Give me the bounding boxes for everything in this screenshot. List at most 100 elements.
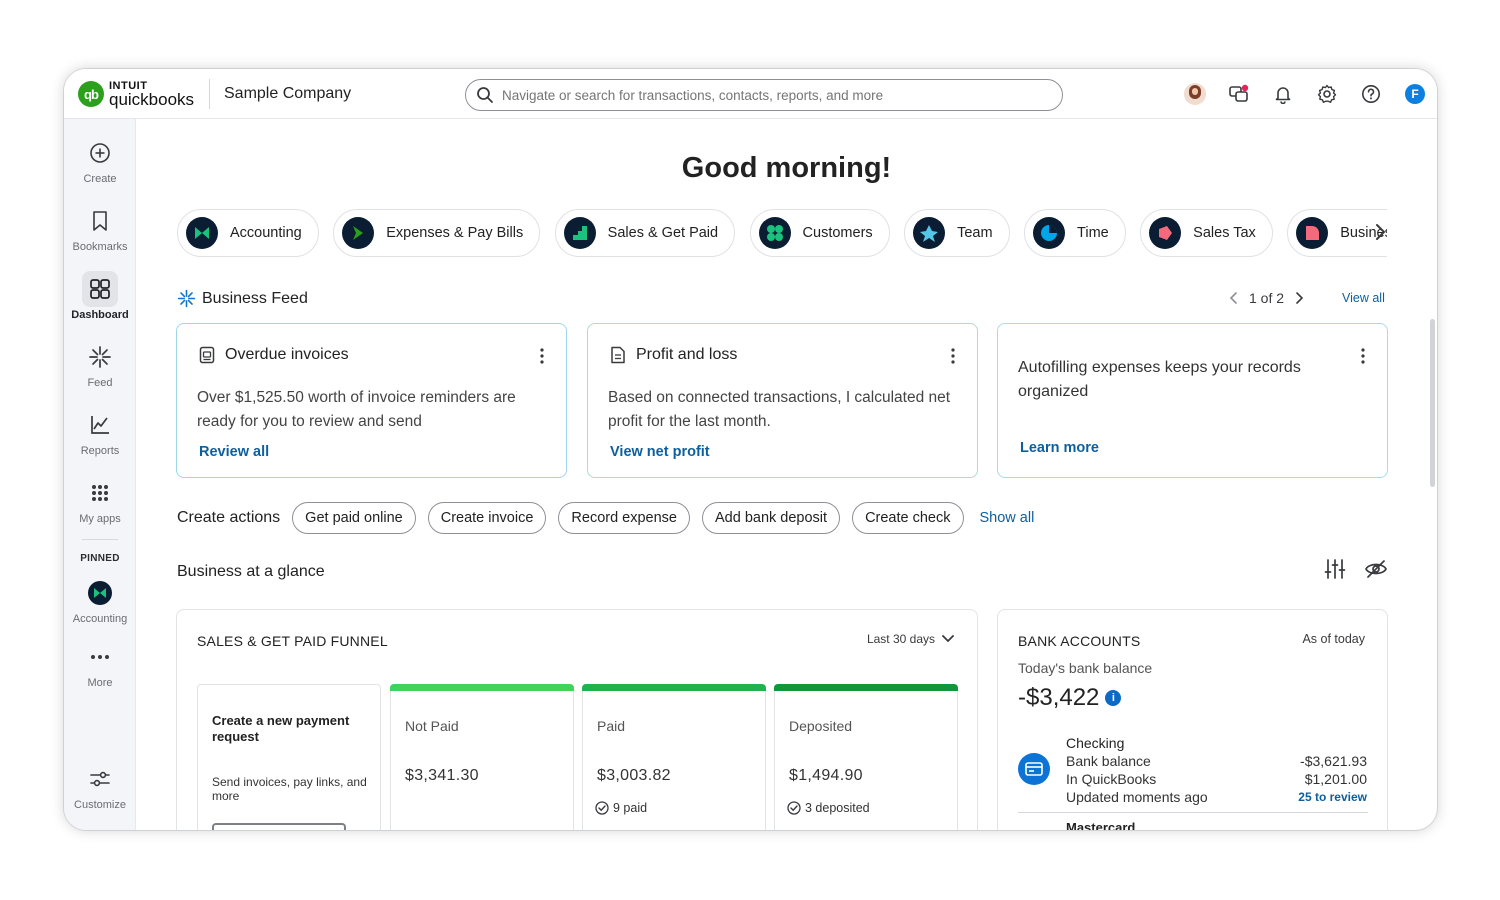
chip-sales-tax[interactable]: Sales Tax [1140, 209, 1273, 257]
chat-button[interactable] [1217, 81, 1261, 107]
card-menu-button[interactable] [540, 348, 544, 369]
account-divider [1018, 812, 1368, 813]
search-bar[interactable] [465, 79, 1063, 111]
chip-label: Sales & Get Paid [607, 225, 719, 241]
create-request-button[interactable] [212, 823, 346, 830]
chevron-down-icon [942, 635, 954, 643]
sidebar-item-dashboard[interactable]: Dashboard [64, 271, 136, 321]
add-bank-deposit-button[interactable]: Add bank deposit [702, 502, 841, 534]
sales-funnel-panel: SALES & GET PAID FUNNEL Last 30 days Cre… [176, 609, 978, 830]
sidebar-item-create[interactable]: Create [64, 135, 136, 185]
profile-icon: F [1405, 84, 1425, 104]
app-window: qb INTUIT quickbooks Sample Company Navi… [64, 69, 1437, 830]
stage-value: $3,341.30 [405, 767, 479, 784]
account-line: In QuickBooks [1066, 771, 1157, 787]
card-body: Autofilling expenses keeps your records … [1018, 359, 1301, 400]
expenses-icon [353, 226, 364, 240]
glance-heading: Business at a glance [177, 563, 325, 580]
quickbooks-logo[interactable]: qb INTUIT quickbooks [78, 80, 194, 108]
funnel-stage-not-paid[interactable]: Not Paid $3,341.30 [390, 684, 574, 830]
review-all-link[interactable]: Review all [199, 444, 269, 460]
account-details[interactable]: Checking Bank balance In QuickBooks Upda… [1066, 734, 1208, 806]
sidebar-item-bookmarks[interactable]: Bookmarks [64, 203, 136, 253]
chip-accounting[interactable]: Accounting [177, 209, 319, 257]
company-name[interactable]: Sample Company [224, 85, 351, 103]
help-button[interactable] [1349, 81, 1393, 107]
date-range-value: Last 30 days [866, 632, 935, 646]
chips-next-button[interactable] [1374, 223, 1386, 246]
chip-time[interactable]: Time [1024, 209, 1126, 257]
feed-card-profit-loss[interactable]: Profit and loss Based on connected trans… [587, 323, 978, 478]
card-menu-button[interactable] [951, 348, 955, 369]
date-range-dropdown[interactable]: Last 30 days [867, 632, 955, 646]
help-icon [1362, 85, 1380, 103]
create-request-title: Create a new payment request [212, 713, 350, 744]
bank-balance-amount: -$3,422 [1018, 684, 1100, 711]
user-avatar-button[interactable] [1173, 81, 1217, 107]
sidebar-item-label: Reports [80, 445, 120, 457]
sidebar-item-more[interactable]: More [64, 639, 136, 689]
stage-sub-text: 3 deposited [805, 801, 870, 815]
chevron-left-icon[interactable] [1229, 291, 1239, 305]
feed-card-overdue-invoices[interactable]: Overdue invoices Over $1,525.50 worth of… [176, 323, 567, 478]
create-payment-request-card[interactable]: Create a new payment request Send invoic… [197, 684, 381, 830]
create-request-desc: Send invoices, pay links, and more [212, 775, 367, 803]
chip-business-tax[interactable]: Business Tax [1287, 209, 1387, 257]
record-expense-button[interactable]: Record expense [558, 502, 690, 534]
stage-label: Deposited [789, 718, 853, 734]
chip-label: Time [1077, 225, 1109, 241]
qb-logo-mark: qb [78, 81, 104, 107]
stage-value: $1,494.90 [789, 767, 863, 784]
search-icon [477, 87, 493, 103]
funnel-stage-paid[interactable]: Paid $3,003.82 9 paid [582, 684, 766, 830]
get-paid-online-button[interactable]: Get paid online [292, 502, 416, 534]
chip-label: Sales Tax [1193, 225, 1256, 241]
chip-customers[interactable]: Customers [749, 209, 890, 257]
page-title: Good morning! [681, 152, 892, 184]
chevron-right-icon[interactable] [1294, 291, 1304, 305]
view-net-profit-link[interactable]: View net profit [610, 444, 710, 460]
stage-sub: 9 paid [595, 801, 647, 815]
sidebar-item-label: Feed [87, 377, 113, 389]
glance-hide-button[interactable] [1364, 558, 1388, 585]
stage-color-bar [390, 684, 574, 691]
chip-expenses[interactable]: Expenses & Pay Bills [333, 209, 541, 257]
chip-sales[interactable]: Sales & Get Paid [554, 209, 736, 257]
next-account-name: Mastercard [1066, 820, 1136, 830]
sidebar-item-my-apps[interactable]: My apps [64, 475, 136, 525]
account-amounts: -$3,621.93 $1,201.00 25 to review [1298, 752, 1367, 806]
team-icon [920, 225, 939, 242]
info-icon[interactable]: i [1105, 690, 1122, 706]
pager-text: 1 of 2 [1249, 290, 1285, 306]
panel-title: SALES & GET PAID FUNNEL [197, 633, 388, 649]
notifications-button[interactable] [1261, 81, 1305, 107]
main-scrollbar[interactable] [1430, 319, 1435, 487]
profile-button[interactable]: F [1393, 81, 1437, 107]
settings-button[interactable] [1305, 81, 1349, 107]
show-all-link[interactable]: Show all [980, 510, 1035, 526]
create-invoice-button[interactable]: Create invoice [427, 502, 547, 534]
bell-icon [1275, 87, 1291, 104]
to-review-link[interactable]: 25 to review [1298, 788, 1367, 806]
dashboard-icon [90, 279, 110, 299]
feed-pager: 1 of 2 [1229, 290, 1304, 306]
create-check-button[interactable]: Create check [852, 502, 964, 534]
learn-more-link[interactable]: Learn more [1020, 440, 1099, 456]
glance-settings-button[interactable] [1324, 558, 1346, 585]
sidebar-item-customize[interactable]: Customize [64, 761, 136, 811]
sidebar-item-reports[interactable]: Reports [64, 407, 136, 457]
sidebar-item-pinned-accounting[interactable]: Accounting [64, 575, 136, 625]
chip-team[interactable]: Team [904, 209, 1010, 257]
feed-card-autofill[interactable]: Autofilling expenses keeps your records … [997, 323, 1388, 478]
feed-view-all-link[interactable]: View all [1342, 291, 1385, 305]
sidebar-item-label: Dashboard [71, 309, 129, 321]
sidebar-item-label: More [87, 677, 113, 689]
sales-tax-icon [1159, 226, 1173, 240]
sidebar-item-feed[interactable]: Feed [64, 339, 136, 389]
stage-sub: 3 deposited [787, 801, 870, 815]
chat-icon [1229, 84, 1249, 102]
search-input[interactable] [502, 87, 1042, 103]
customers-icon [766, 225, 783, 241]
funnel-stage-deposited[interactable]: Deposited $1,494.90 3 deposited [774, 684, 958, 830]
sidebar-item-label: Accounting [72, 613, 128, 625]
